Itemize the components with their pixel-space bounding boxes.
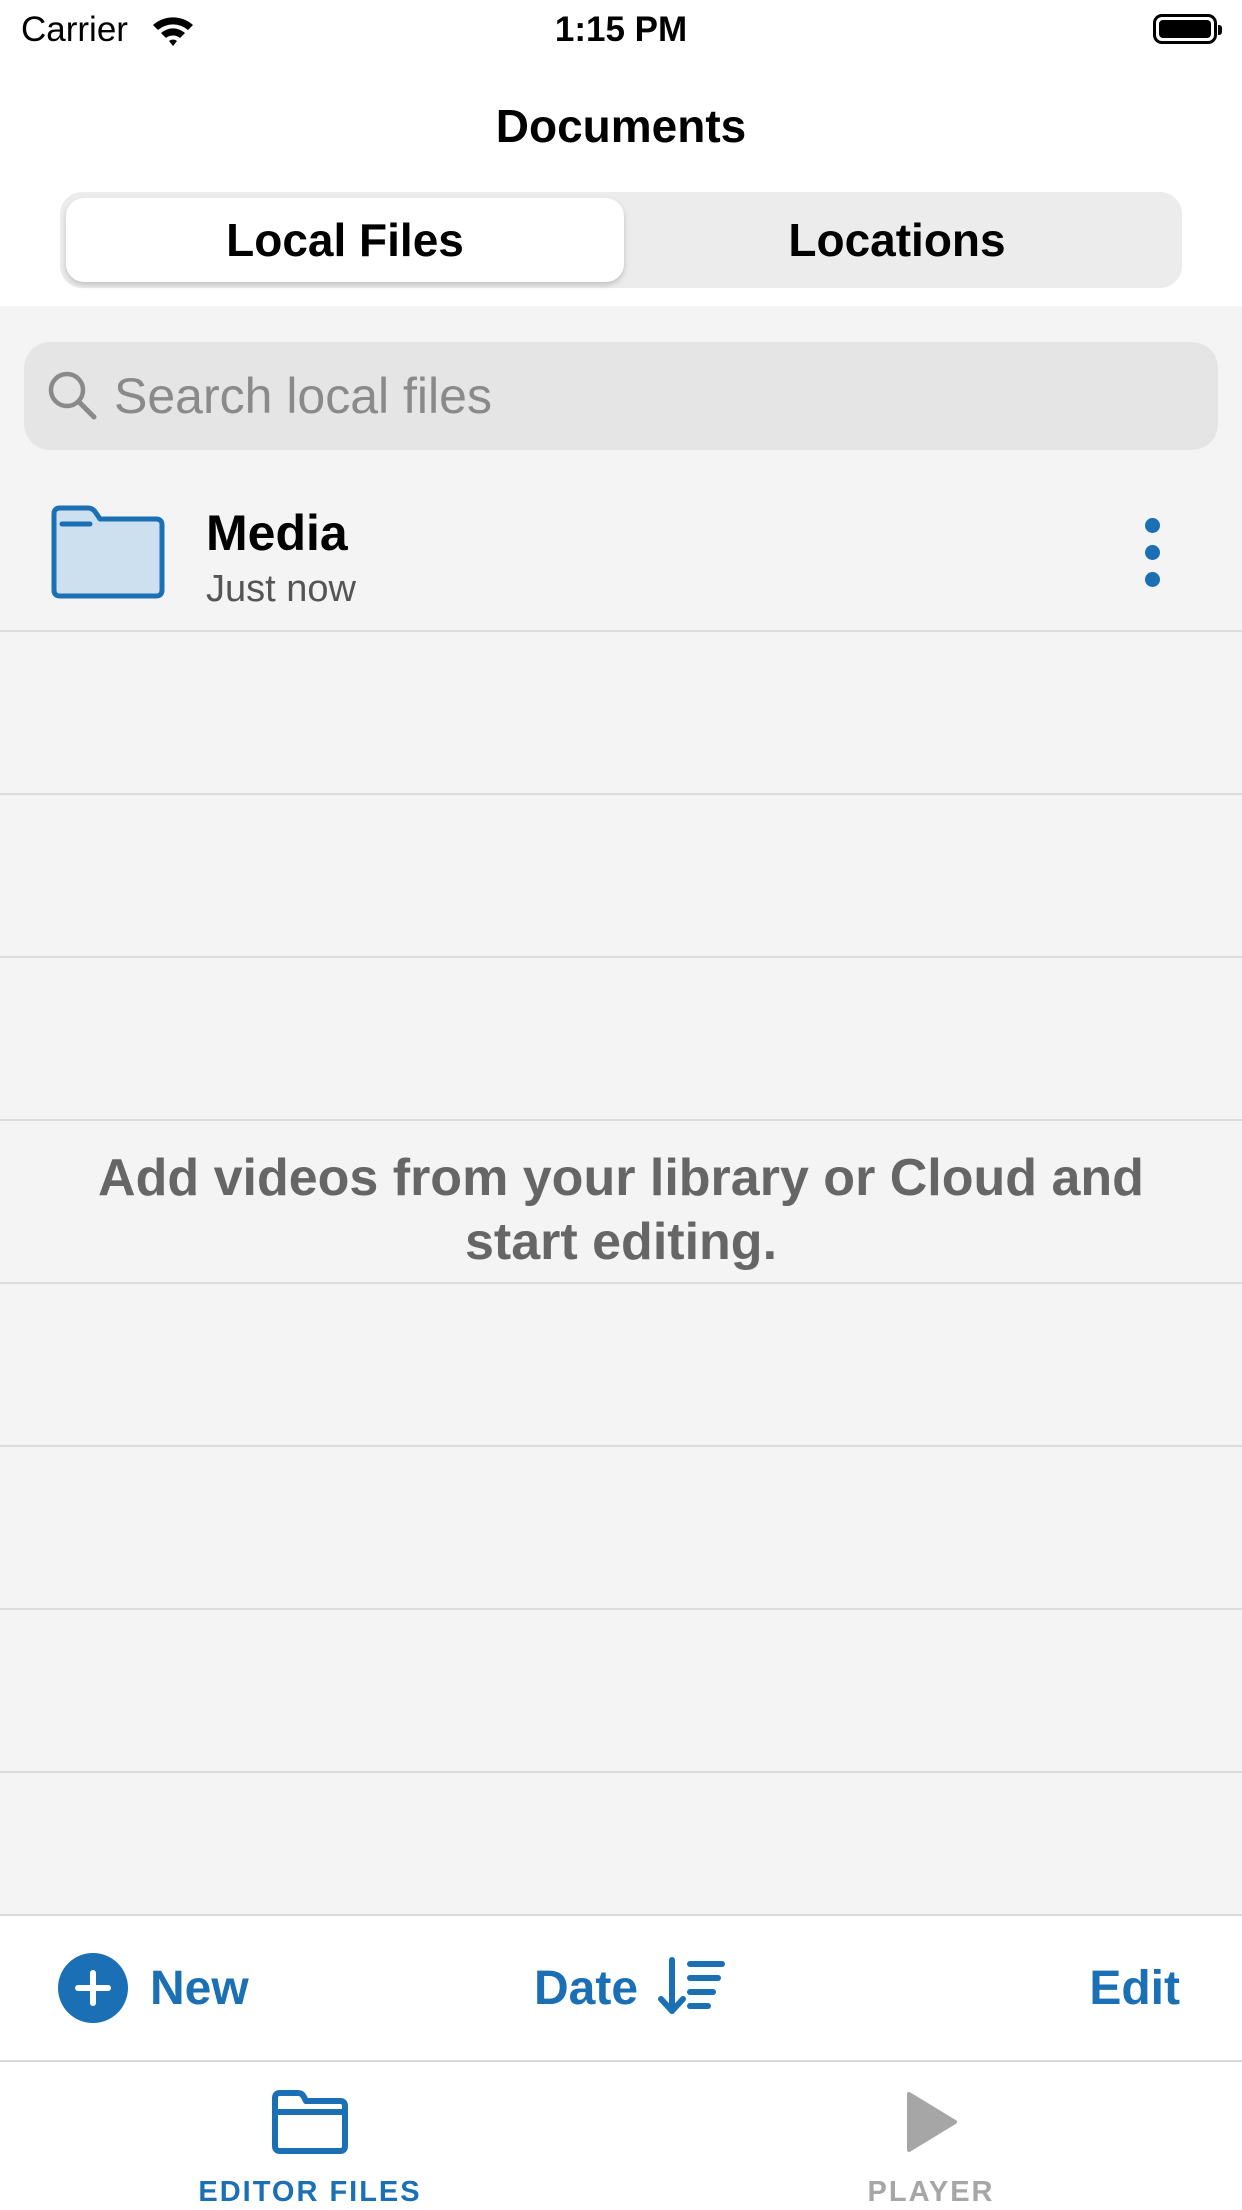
- sort-button-label: Date: [534, 1961, 639, 2015]
- empty-state-message: Add videos from your library or Cloud an…: [98, 1149, 1144, 1271]
- row-divider: [0, 1445, 1242, 1447]
- search-input[interactable]: [114, 342, 1194, 450]
- file-date: Just now: [206, 568, 356, 610]
- row-divider: [0, 793, 1242, 795]
- tab-editor-files[interactable]: EDITOR FILES: [160, 2062, 460, 2210]
- sort-button[interactable]: Date: [534, 1950, 726, 2026]
- segment-local-files[interactable]: Local Files: [66, 198, 624, 282]
- file-list: Media Just now Add videos from your libr…: [0, 306, 1242, 1914]
- bottom-toolbar: New Date Edit: [0, 1914, 1242, 2062]
- file-name: Media: [206, 505, 348, 561]
- tab-editor-files-label: EDITOR FILES: [198, 2176, 422, 2208]
- row-divider: [0, 1608, 1242, 1610]
- folder-outline-icon: [271, 2090, 349, 2159]
- list-item[interactable]: Media Just now: [0, 466, 1242, 630]
- segment-locations[interactable]: Locations: [618, 198, 1176, 282]
- status-time: 1:15 PM: [554, 10, 688, 49]
- new-button[interactable]: New: [58, 1950, 249, 2026]
- battery-icon: [1153, 14, 1222, 44]
- play-icon: [901, 2090, 961, 2159]
- segmented-control: Local Files Locations: [60, 192, 1182, 288]
- sort-descending-icon: [658, 1956, 726, 2021]
- row-divider: [0, 1119, 1242, 1121]
- row-divider: [0, 1771, 1242, 1773]
- tab-bar: EDITOR FILES PLAYER: [0, 2060, 1242, 2210]
- tab-player-label: PLAYER: [867, 2176, 995, 2208]
- edit-button[interactable]: Edit: [1089, 1950, 1180, 2026]
- search-bar: [24, 342, 1218, 450]
- more-options-icon[interactable]: [1128, 518, 1178, 588]
- row-divider: [0, 630, 1242, 632]
- tab-player[interactable]: PLAYER: [781, 2062, 1081, 2210]
- plus-circle-icon: [58, 1953, 128, 2023]
- search-icon: [46, 369, 98, 426]
- row-divider: [0, 1282, 1242, 1284]
- new-button-label: New: [150, 1961, 249, 2015]
- status-bar: Carrier 1:15 PM: [0, 0, 1242, 62]
- folder-icon: [50, 504, 166, 605]
- page-title: Documents: [495, 100, 747, 152]
- row-divider: [0, 956, 1242, 958]
